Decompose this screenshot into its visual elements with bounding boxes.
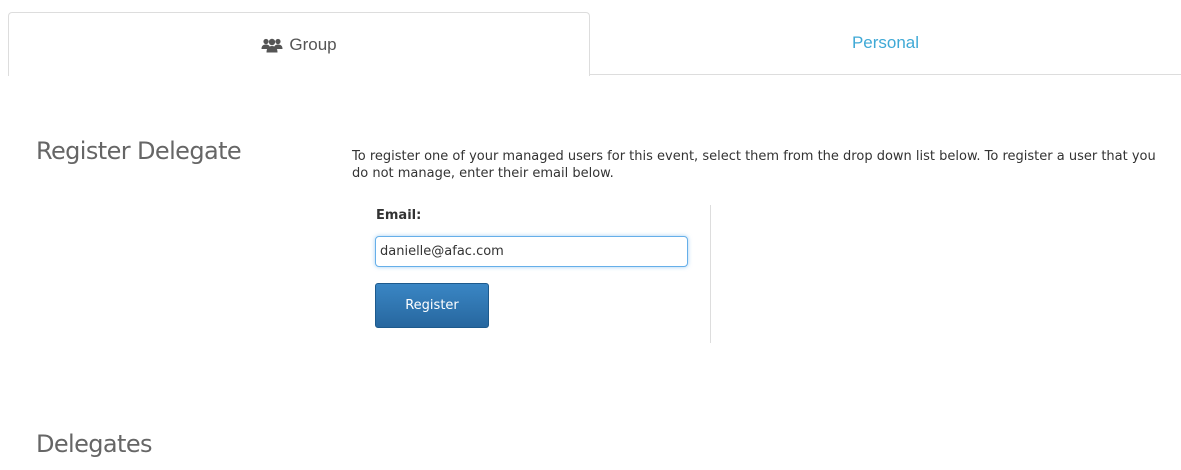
tab-group-label: Group	[289, 34, 337, 54]
form-divider	[710, 205, 711, 343]
register-button[interactable]: Register	[375, 283, 489, 328]
delegates-heading: Delegates	[36, 430, 153, 458]
register-instructions: To register one of your managed users fo…	[352, 149, 1156, 181]
tab-personal[interactable]: Personal	[590, 12, 1181, 74]
tab-group[interactable]: Group	[8, 12, 590, 76]
tab-bar: Group Personal	[0, 0, 1181, 76]
register-delegate-heading: Register Delegate	[36, 137, 242, 165]
tab-personal-label: Personal	[851, 33, 920, 52]
email-label: Email:	[376, 208, 422, 223]
email-field[interactable]	[375, 236, 688, 267]
users-icon	[261, 37, 283, 53]
tab-bar-border	[589, 74, 1181, 75]
